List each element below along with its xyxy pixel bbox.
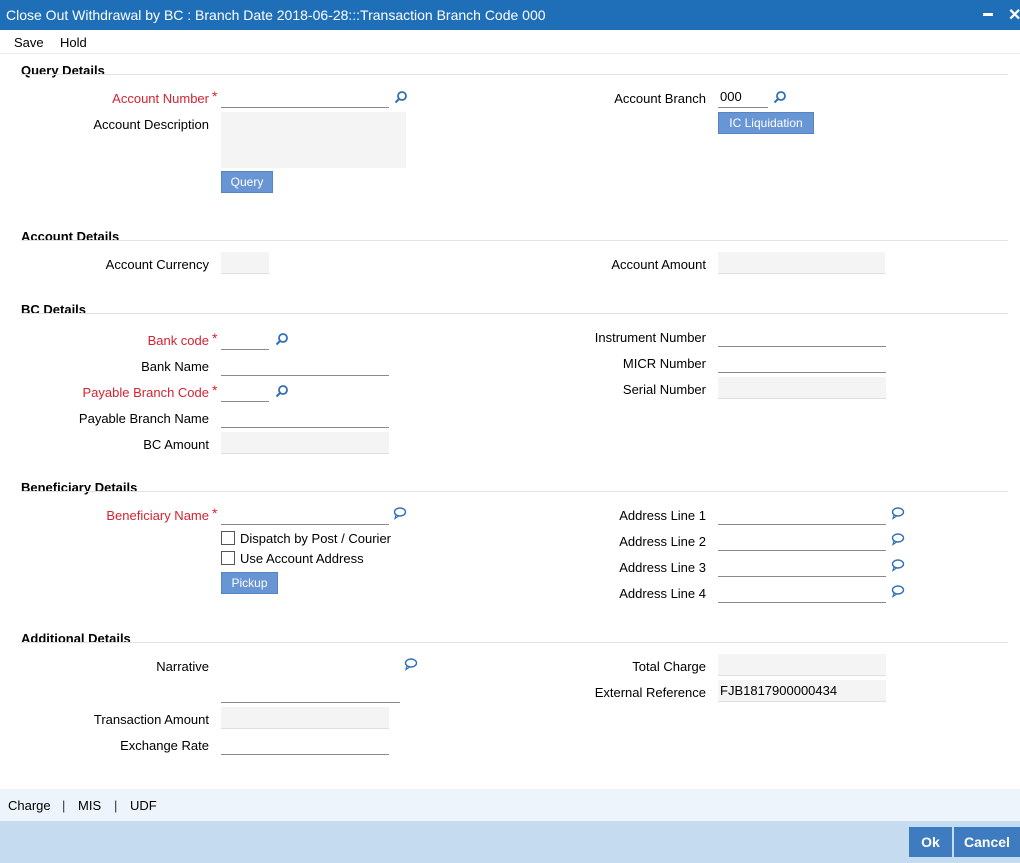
- address-line-3-label: Address Line 3: [619, 560, 706, 575]
- search-icon[interactable]: [275, 332, 289, 346]
- required-marker: *: [212, 88, 218, 104]
- narrative-label: Narrative: [156, 659, 209, 674]
- instrument-number-label: Instrument Number: [594, 330, 706, 345]
- serial-number-field[interactable]: [718, 377, 886, 399]
- instrument-number-field[interactable]: [718, 325, 886, 347]
- required-marker: *: [212, 505, 218, 521]
- speech-bubble-icon[interactable]: [891, 506, 905, 520]
- bc-amount-label: BC Amount: [143, 437, 209, 452]
- search-icon[interactable]: [394, 90, 408, 104]
- bank-code-field[interactable]: [221, 328, 269, 350]
- section-divider: [21, 491, 1008, 492]
- minimize-icon[interactable]: [983, 13, 993, 16]
- tab-separator: |: [62, 798, 66, 813]
- account-currency-field[interactable]: [221, 252, 269, 274]
- beneficiary-name-field[interactable]: [221, 503, 389, 525]
- bc-amount-field[interactable]: [221, 432, 389, 454]
- payable-branch-code-field[interactable]: [221, 380, 269, 402]
- external-reference-label: External Reference: [594, 685, 706, 700]
- search-icon[interactable]: [773, 90, 787, 104]
- bottom-tabs-bar: Charge | MIS | UDF: [0, 789, 1020, 821]
- account-number-field[interactable]: [221, 86, 389, 108]
- account-description-label: Account Description: [93, 117, 209, 132]
- tab-separator: |: [114, 798, 118, 813]
- bc-details-heading: BC Details: [21, 302, 87, 317]
- pickup-button[interactable]: Pickup: [221, 572, 278, 594]
- speech-bubble-icon[interactable]: [891, 532, 905, 546]
- speech-bubble-icon[interactable]: [891, 584, 905, 598]
- search-icon[interactable]: [275, 384, 289, 398]
- section-divider: [21, 240, 1008, 241]
- bank-name-label: Bank Name: [141, 359, 209, 374]
- use-account-address-label: Use Account Address: [240, 551, 364, 566]
- ic-liquidation-button[interactable]: IC Liquidation: [718, 112, 814, 134]
- tab-udf[interactable]: UDF: [130, 798, 157, 813]
- total-charge-field[interactable]: [718, 654, 886, 676]
- transaction-amount-label: Transaction Amount: [93, 712, 209, 727]
- beneficiary-details-heading: Beneficiary Details: [21, 480, 138, 495]
- tab-charge[interactable]: Charge: [8, 798, 51, 813]
- query-button[interactable]: Query: [221, 171, 273, 193]
- beneficiary-name-label: Beneficiary Name: [106, 508, 209, 523]
- speech-bubble-icon[interactable]: [404, 657, 418, 671]
- section-divider: [21, 74, 1008, 75]
- menu-bar: Save Hold: [0, 30, 1020, 54]
- micr-number-label: MICR Number: [622, 356, 706, 371]
- speech-bubble-icon[interactable]: [393, 506, 407, 520]
- bank-code-label: Bank code: [147, 333, 209, 348]
- transaction-amount-field[interactable]: [221, 707, 389, 729]
- save-menu-item[interactable]: Save: [14, 35, 44, 50]
- address-line-3-field[interactable]: [718, 555, 886, 577]
- window-title: Close Out Withdrawal by BC : Branch Date…: [6, 7, 546, 23]
- payable-branch-code-label: Payable Branch Code: [82, 385, 209, 400]
- micr-number-field[interactable]: [718, 351, 886, 373]
- use-account-address-checkbox[interactable]: [221, 551, 235, 565]
- external-reference-field[interactable]: [718, 680, 886, 702]
- address-line-1-label: Address Line 1: [619, 508, 706, 523]
- address-line-1-field[interactable]: [718, 503, 886, 525]
- total-charge-label: Total Charge: [632, 659, 706, 674]
- address-line-2-field[interactable]: [718, 529, 886, 551]
- section-divider: [21, 313, 1008, 314]
- dispatch-by-post-label: Dispatch by Post / Courier: [240, 531, 392, 546]
- exchange-rate-label: Exchange Rate: [120, 738, 209, 753]
- account-number-label: Account Number: [112, 91, 209, 106]
- speech-bubble-icon[interactable]: [891, 558, 905, 572]
- required-marker: *: [212, 382, 218, 398]
- payable-branch-name-field[interactable]: [221, 406, 389, 428]
- serial-number-label: Serial Number: [622, 382, 706, 397]
- cancel-button[interactable]: Cancel: [954, 827, 1020, 857]
- footer-bar: Ok Cancel: [0, 821, 1020, 863]
- exchange-rate-field[interactable]: [221, 733, 389, 755]
- bank-name-field[interactable]: [221, 354, 389, 376]
- hold-menu-item[interactable]: Hold: [60, 35, 87, 50]
- account-branch-field[interactable]: [718, 86, 768, 108]
- address-line-4-field[interactable]: [718, 581, 886, 603]
- account-amount-label: Account Amount: [611, 257, 706, 272]
- narrative-field[interactable]: [221, 659, 400, 703]
- dispatch-by-post-checkbox[interactable]: [221, 531, 235, 545]
- payable-branch-name-label: Payable Branch Name: [78, 411, 209, 426]
- account-amount-field[interactable]: [718, 252, 885, 274]
- tab-mis[interactable]: MIS: [78, 798, 101, 813]
- section-divider: [21, 642, 1008, 643]
- address-line-4-label: Address Line 4: [619, 586, 706, 601]
- ok-button[interactable]: Ok: [909, 827, 952, 857]
- query-details-heading: Query Details: [21, 63, 105, 78]
- account-details-heading: Account Details: [21, 229, 120, 244]
- account-currency-label: Account Currency: [105, 257, 209, 272]
- window-title-bar: Close Out Withdrawal by BC : Branch Date…: [0, 0, 1020, 30]
- additional-details-heading: Additional Details: [21, 631, 131, 646]
- address-line-2-label: Address Line 2: [619, 534, 706, 549]
- required-marker: *: [212, 330, 218, 346]
- account-description-field[interactable]: [221, 112, 406, 168]
- close-icon[interactable]: ✕: [1008, 5, 1020, 25]
- account-branch-label: Account Branch: [614, 91, 706, 106]
